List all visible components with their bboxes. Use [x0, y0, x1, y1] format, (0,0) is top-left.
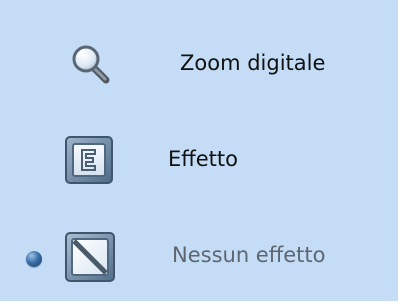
menu-item-zoom-digitale[interactable]: Zoom digitale — [0, 19, 398, 109]
no-effect-icon — [64, 231, 116, 283]
magnifier-icon — [68, 42, 112, 86]
menu-item-label: Nessun effetto — [172, 243, 326, 267]
selected-indicator — [26, 251, 42, 267]
menu-item-label: Zoom digitale — [180, 51, 326, 75]
menu-item-nessun-effetto[interactable]: Nessun effetto — [0, 212, 398, 302]
menu-item-label: Effetto — [168, 147, 238, 171]
menu-item-effetto[interactable]: Effetto — [0, 113, 398, 203]
effects-menu-panel: Zoom digitale Effetto Nessun effetto — [0, 0, 401, 306]
effect-icon — [64, 135, 114, 185]
